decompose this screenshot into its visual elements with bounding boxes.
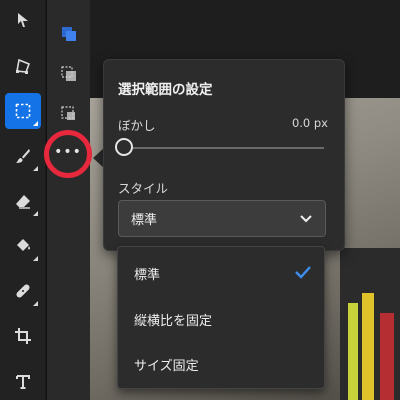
brush-icon: [16, 149, 30, 163]
feather-label: ぼかし: [118, 118, 156, 133]
style-dropdown[interactable]: 標準: [118, 200, 326, 237]
paint-bucket-icon: [17, 239, 30, 251]
tool-options-rail: [46, 0, 91, 400]
feather-slider-track[interactable]: [126, 147, 324, 149]
submenu-indicator: [33, 301, 38, 306]
crop-icon: [15, 328, 31, 344]
submenu-indicator: [33, 211, 38, 216]
submenu-indicator: [33, 121, 38, 126]
selection-new-icon: [62, 27, 76, 41]
eraser-tool[interactable]: [5, 183, 41, 219]
photo-object: [348, 303, 358, 400]
selection-tool[interactable]: [5, 93, 41, 129]
menu-item-fixed-size[interactable]: サイズ固定: [118, 342, 324, 386]
more-options-button[interactable]: •••: [44, 130, 92, 178]
submenu-indicator: [33, 166, 38, 171]
transform-icon: [16, 58, 31, 74]
popover-title: 選択範囲の設定: [118, 82, 213, 98]
marquee-selection-icon: [15, 103, 31, 119]
photo-object: [362, 293, 374, 400]
crop-tool[interactable]: [5, 318, 41, 354]
bandage-icon: [16, 284, 30, 298]
menu-item-label: 標準: [134, 267, 161, 283]
selection-subtract-icon: [61, 106, 75, 120]
style-label: スタイル: [118, 181, 169, 196]
selection-new-button[interactable]: [57, 22, 81, 46]
brush-tool[interactable]: [5, 138, 41, 174]
transform-tool[interactable]: [5, 48, 41, 84]
text-T-icon: [16, 375, 30, 389]
chevron-down-icon: [300, 214, 312, 222]
menu-item-fixed-ratio[interactable]: 縦横比を固定: [118, 297, 324, 341]
eraser-icon: [16, 195, 30, 209]
style-menu: 標準 縦横比を固定 サイズ固定: [117, 246, 325, 389]
feather-value: 0.0 px: [291, 116, 328, 130]
selection-settings-popover: 選択範囲の設定 ぼかし 0.0 px スタイル 標準: [103, 59, 345, 251]
selection-add-button[interactable]: [57, 62, 81, 86]
feather-slider-thumb[interactable]: [115, 138, 133, 156]
move-tool[interactable]: [5, 2, 41, 38]
fill-tool[interactable]: [5, 228, 41, 264]
menu-item-standard[interactable]: 標準: [118, 251, 324, 295]
menu-item-label: 縦横比を固定: [134, 313, 213, 329]
style-dropdown-value: 標準: [131, 213, 158, 228]
checkmark-icon: [295, 266, 311, 279]
menu-item-label: サイズ固定: [134, 358, 199, 374]
submenu-indicator: [33, 256, 38, 261]
selection-subtract-button[interactable]: [57, 102, 81, 126]
photo-object: [380, 313, 394, 400]
selection-add-icon: [61, 66, 76, 81]
tool-rail: [0, 0, 45, 400]
heal-tool[interactable]: [5, 273, 41, 309]
arrow-cursor-icon: [18, 13, 28, 27]
type-tool[interactable]: [5, 364, 41, 400]
more-dots-icon: •••: [54, 144, 82, 160]
